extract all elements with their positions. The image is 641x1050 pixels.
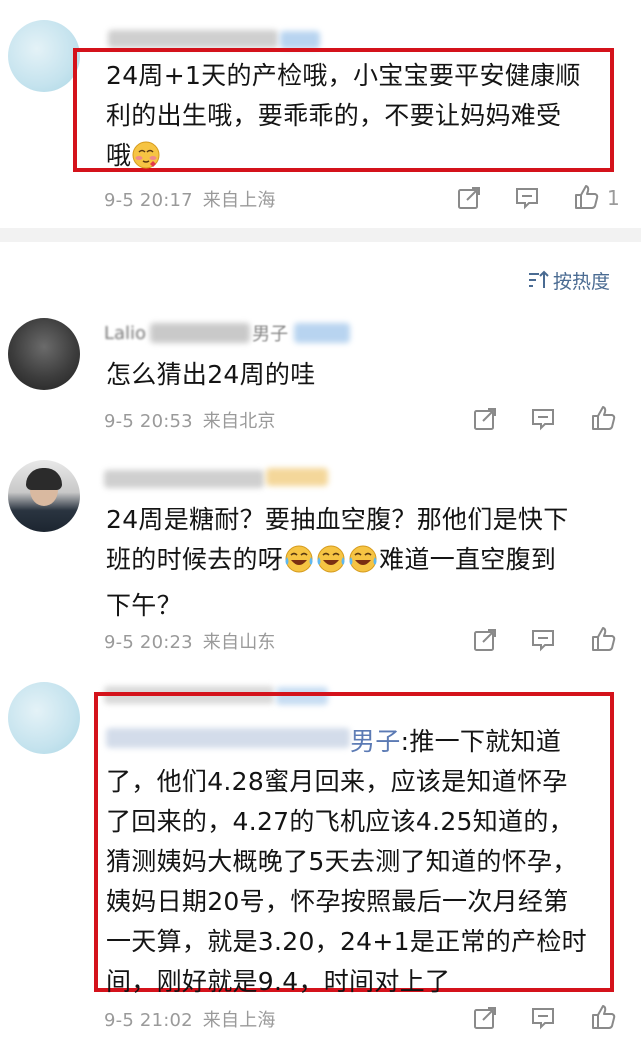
comment-text: 怎么猜出24周的哇: [106, 355, 616, 395]
comment-meta: 9-5 21:02 来自上海: [104, 1006, 286, 1032]
sort-label: 按热度: [553, 270, 611, 293]
like-count: 1: [607, 186, 620, 210]
comment-line: 姨妈日期20号，怀孕按照最后一次月经第: [106, 887, 569, 916]
laugh-cry-emoji: [347, 544, 379, 586]
comment-line: 下午？: [106, 591, 182, 620]
comment-meta: 9-5 20:17 来自上海: [104, 186, 286, 212]
comment-line: 一天算，就是3.20，24+1是正常的产检时: [106, 927, 587, 956]
comment-line-with-emoji: 哦: [106, 136, 616, 182]
comment-line: 了回来的，4.27的飞机应该4.25知道的，: [106, 807, 574, 836]
comment-text: 24周+1天的产检哦，小宝宝要平安健康顺 利的出生哦，要乖乖的，不要让妈妈难受 …: [106, 56, 616, 182]
comment-location: 来自上海: [202, 1010, 276, 1031]
section-divider: [0, 228, 641, 242]
comment-time: 9-5 20:53: [104, 411, 193, 432]
comment-location: 来自山东: [202, 632, 276, 653]
like-icon[interactable]: [573, 184, 599, 210]
comment-icon[interactable]: [530, 627, 556, 653]
comment-line-with-emoji: 班的时候去的呀 难道一直空腹到: [106, 540, 616, 586]
sort-button[interactable]: 按热度: [527, 268, 611, 293]
user-badge-blurred: [266, 468, 328, 486]
comment-line-with-mention: 男子:推一下就知道: [106, 722, 611, 762]
laugh-cry-emoji: [315, 544, 347, 586]
like-icon[interactable]: [590, 626, 616, 652]
comment-icon[interactable]: [530, 406, 556, 432]
comment-line: 猜测姨妈大概晚了5天去测了知道的怀孕，: [106, 847, 578, 876]
like-icon[interactable]: [590, 405, 616, 431]
share-icon[interactable]: [456, 185, 482, 211]
comment-icon[interactable]: [530, 1005, 556, 1031]
user-badge-blurred: [280, 31, 320, 49]
comment-line: 怎么猜出24周的哇: [106, 360, 316, 389]
comment-icon[interactable]: [514, 185, 540, 211]
laugh-cry-emoji: [283, 544, 315, 586]
like-icon[interactable]: [590, 1004, 616, 1030]
avatar[interactable]: [8, 318, 80, 390]
comment-text: 男子:推一下就知道 了，他们4.28蜜月回来，应该是知道怀孕 了回来的，4.27…: [106, 722, 611, 1002]
share-icon[interactable]: [472, 627, 498, 653]
username-blurred[interactable]: [104, 470, 264, 488]
comment-line: 了，他们4.28蜜月回来，应该是知道怀孕: [106, 767, 568, 796]
comment-line: 24周是糖耐？要抽血空腹？那他们是快下: [106, 505, 569, 534]
comment-time: 9-5 20:23: [104, 632, 193, 653]
comment-location: 来自上海: [202, 190, 276, 211]
comment-line: 利的出生哦，要乖乖的，不要让妈妈难受: [106, 101, 562, 130]
comment-meta: 9-5 20:23 来自山东: [104, 628, 286, 654]
mention-blurred: [106, 728, 350, 748]
comment-meta: 9-5 20:53 来自北京: [104, 407, 286, 433]
comment-location: 来自北京: [202, 411, 276, 432]
avatar[interactable]: [8, 20, 80, 92]
comment-line: 间，刚好就是9.4，时间对上了: [106, 967, 451, 996]
share-icon[interactable]: [472, 406, 498, 432]
blush-emoji: [131, 140, 161, 182]
username[interactable]: Lalio 男子: [104, 320, 351, 346]
comment-line: 24周+1天的产检哦，小宝宝要平安健康顺: [106, 61, 581, 90]
user-badge-blurred: [294, 323, 351, 343]
share-icon[interactable]: [472, 1005, 498, 1031]
sort-icon: [527, 269, 549, 291]
avatar[interactable]: [8, 460, 80, 532]
comment-time: 9-5 20:17: [104, 190, 193, 211]
username-blurred[interactable]: [108, 30, 278, 48]
comment-time: 9-5 21:02: [104, 1010, 193, 1031]
avatar[interactable]: [8, 682, 80, 754]
comment-text: 24周是糖耐？要抽血空腹？那他们是快下 班的时候去的呀 难道一直空腹到 下午？: [106, 500, 616, 626]
mention-link[interactable]: 男子: [350, 727, 401, 756]
